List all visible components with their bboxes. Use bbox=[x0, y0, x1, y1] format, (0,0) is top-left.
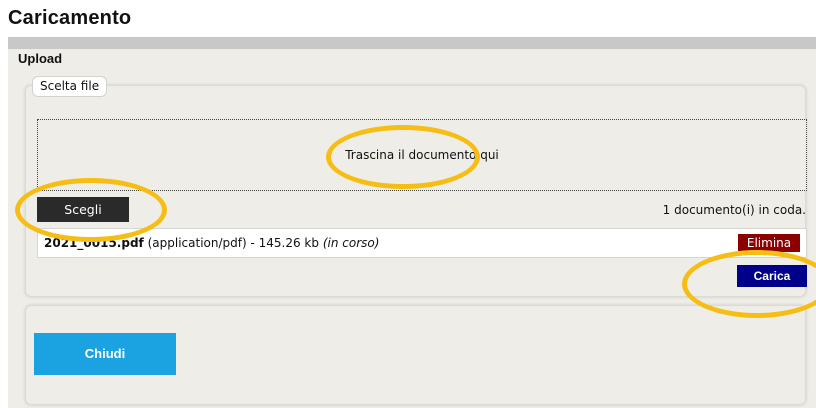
file-list-item: 2021_0015.pdf (application/pdf) - 145.26… bbox=[37, 228, 807, 258]
file-status: (in corso) bbox=[322, 236, 380, 250]
file-selection-fieldset bbox=[25, 85, 806, 297]
header-divider-bar bbox=[8, 37, 816, 49]
upload-button[interactable]: Carica bbox=[737, 265, 807, 287]
drop-zone-text: Trascina il documento qui bbox=[345, 148, 499, 162]
file-size: - 145.26 kb bbox=[250, 236, 319, 250]
file-name: 2021_0015.pdf bbox=[44, 236, 144, 250]
queue-count-text: 1 documento(i) in coda. bbox=[662, 203, 806, 217]
delete-file-button[interactable]: Elimina bbox=[738, 234, 800, 252]
file-info: 2021_0015.pdf (application/pdf) - 145.26… bbox=[44, 236, 379, 250]
section-label: Upload bbox=[18, 51, 63, 66]
fieldset-legend: Scelta file bbox=[32, 76, 108, 97]
file-type: (application/pdf) bbox=[147, 236, 247, 250]
choose-file-button[interactable]: Scegli bbox=[37, 197, 129, 222]
drop-zone[interactable]: Trascina il documento qui bbox=[37, 119, 807, 191]
page-title: Caricamento bbox=[8, 7, 132, 29]
close-button[interactable]: Chiudi bbox=[34, 333, 176, 375]
